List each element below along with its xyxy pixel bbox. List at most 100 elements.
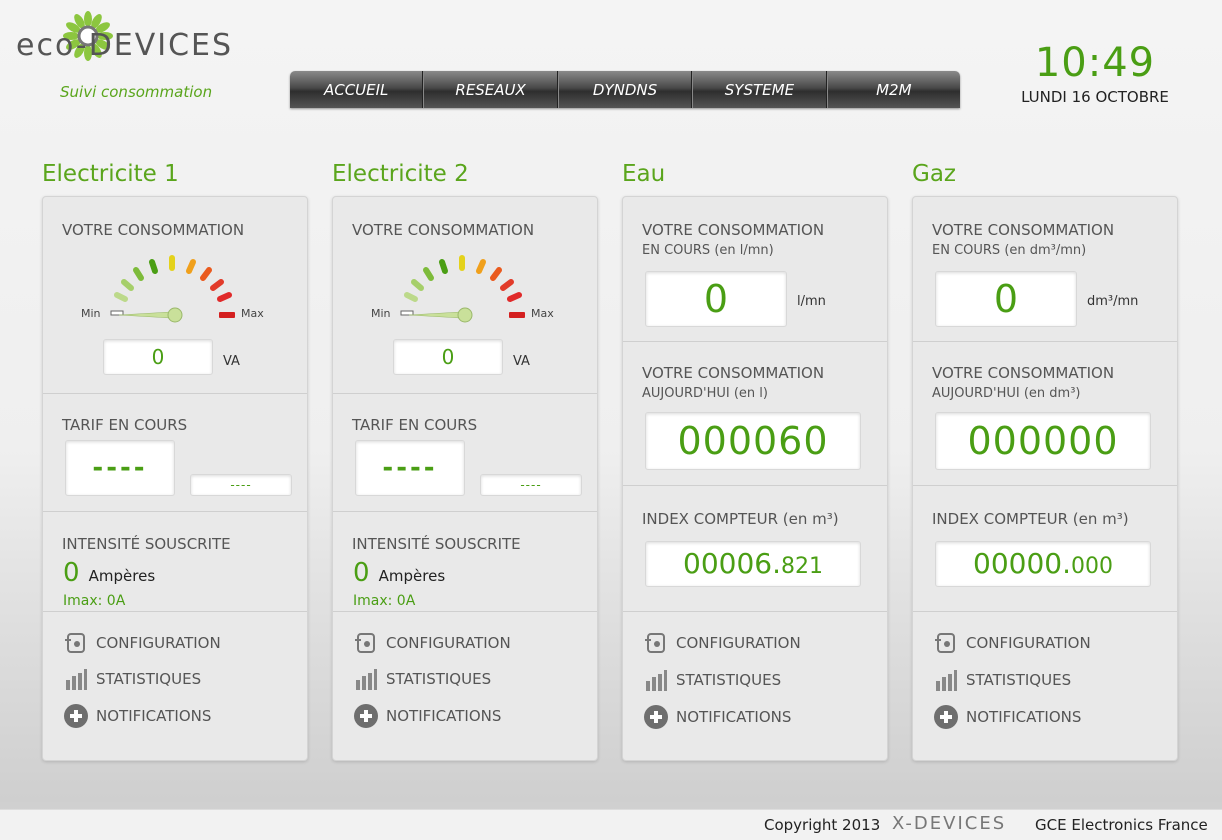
statistics-icon [356,669,377,690]
notifications-link[interactable]: NOTIFICATIONS [643,704,791,730]
section-tarif: TARIF EN COURS ---- ---- [333,394,597,512]
tarif-small-value: ---- [190,474,292,496]
current-unit: l/mn [797,294,826,309]
notifications-link[interactable]: NOTIFICATIONS [933,704,1081,730]
intensite-value: 0 [353,558,370,588]
clock: 10:49 LUNDI 16 OCTOBRE [1000,40,1190,106]
statistiques-link[interactable]: STATISTIQUES [643,667,781,693]
statistiques-label: STATISTIQUES [676,671,782,689]
section-tarif: TARIF EN COURS ---- ---- [43,394,307,512]
notifications-label: NOTIFICATIONS [966,708,1082,726]
section-today: VOTRE CONSOMMATION AUJOURD'HUI (en l) 00… [623,342,887,486]
logo-text: eco-DEVICES [16,28,234,63]
section-index: INDEX COMPTEUR (en m³) 00006.821 [623,486,887,612]
footer-brand-logo: X-DEVICES [892,813,1007,834]
power-unit: VA [223,354,240,369]
statistiques-label: STATISTIQUES [96,670,202,688]
notifications-plus-icon [64,704,88,728]
notifications-link[interactable]: NOTIFICATIONS [63,703,211,729]
configuration-icon [355,633,375,653]
power-value: 0 [103,339,213,375]
panel-links: CONFIGURATION STATISTIQUES NOTIFICATIONS [623,612,887,760]
panel-links: CONFIGURATION STATISTIQUES NOTIFICATIONS [913,612,1177,760]
current-value: 0 [645,271,787,327]
svg-text:Max: Max [241,307,264,320]
index-decimal: 000 [1070,554,1113,579]
panel-title-gaz: Gaz [912,161,956,187]
notifications-plus-icon [934,705,958,729]
section-label: INTENSITÉ SOUSCRITE [62,535,231,553]
section-label: INDEX COMPTEUR (en m³) [932,510,1129,528]
nav-dyndns[interactable]: DYNDNS [557,71,693,108]
current-unit: dm³/mn [1087,294,1139,309]
panel-title-elec2: Electricite 2 [332,161,469,187]
panel-eau: VOTRE CONSOMMATION EN COURS (en l/mn) 0 … [622,196,888,761]
footer-company: GCE Electronics France [1035,816,1208,834]
index-integer: 00000. [973,547,1071,580]
today-value: 000060 [645,412,861,470]
statistiques-link[interactable]: STATISTIQUES [63,666,201,692]
power-unit: VA [513,354,530,369]
section-index: INDEX COMPTEUR (en m³) 00000.000 [913,486,1177,612]
statistics-icon [646,670,667,691]
configuration-label: CONFIGURATION [96,634,221,652]
configuration-link[interactable]: CONFIGURATION [643,630,801,656]
configuration-icon [645,633,665,653]
panel-title-elec1: Electricite 1 [42,161,179,187]
tarif-value: ---- [355,440,465,496]
tarif-small-value: ---- [480,474,582,496]
imax-value: Imax: 0A [353,593,416,609]
section-label: VOTRE CONSOMMATION [352,221,535,239]
configuration-link[interactable]: CONFIGURATION [353,630,511,656]
configuration-label: CONFIGURATION [966,634,1091,652]
section-label: VOTRE CONSOMMATION [932,221,1115,239]
nav-systeme[interactable]: SYSTEME [692,71,827,108]
section-sublabel: AUJOURD'HUI (en dm³) [932,386,1081,401]
section-intensite: INTENSITÉ SOUSCRITE 0 Ampères Imax: 0A [43,512,307,612]
panel-gaz: VOTRE CONSOMMATION EN COURS (en dm³/mn) … [912,196,1178,761]
nav-accueil[interactable]: ACCUEIL [290,71,424,108]
section-sublabel: EN COURS (en dm³/mn) [932,243,1087,258]
nav-m2m[interactable]: M2M [826,71,960,108]
gauge-icon: Min Max [81,255,264,323]
intensite-unit: Ampères [378,567,446,585]
statistics-icon [66,669,87,690]
panel-title-eau: Eau [622,161,666,187]
index-value: 00006.821 [645,541,861,587]
statistiques-link[interactable]: STATISTIQUES [353,666,491,692]
statistiques-label: STATISTIQUES [386,670,492,688]
section-label: VOTRE CONSOMMATION [642,221,825,239]
notifications-label: NOTIFICATIONS [96,707,212,725]
nav-reseaux[interactable]: RESEAUX [423,71,558,108]
panel-elec2: VOTRE CONSOMMATION Min Max 0 VA TARIF EN… [332,196,598,761]
notifications-link[interactable]: NOTIFICATIONS [353,703,501,729]
intensite-row: 0 Ampères [63,558,155,588]
configuration-label: CONFIGURATION [386,634,511,652]
svg-text:Min: Min [371,307,391,320]
section-consumption: VOTRE CONSOMMATION Min Max 0 VA [43,197,307,394]
clock-time: 10:49 [1034,40,1156,86]
tarif-value: ---- [65,440,175,496]
notifications-label: NOTIFICATIONS [676,708,792,726]
gauge-icon: Min Max [371,255,554,323]
clock-date: LUNDI 16 OCTOBRE [1021,88,1169,106]
main-nav: ACCUEIL RESEAUX DYNDNS SYSTEME M2M [290,71,960,108]
configuration-link[interactable]: CONFIGURATION [933,630,1091,656]
panel-links: CONFIGURATION STATISTIQUES NOTIFICATIONS [333,612,597,760]
panel-elec1: VOTRE CONSOMMATION Min Max 0 VA TARIF EN… [42,196,308,761]
notifications-plus-icon [354,704,378,728]
section-label: VOTRE CONSOMMATION [62,221,245,239]
index-value: 00000.000 [935,541,1151,587]
statistiques-link[interactable]: STATISTIQUES [933,667,1071,693]
imax-value: Imax: 0A [63,593,126,609]
intensite-unit: Ampères [88,567,156,585]
section-label: TARIF EN COURS [62,416,188,434]
tagline: Suivi consommation [60,83,213,101]
logo: eco-DEVICES [16,10,286,80]
section-label: TARIF EN COURS [352,416,478,434]
statistiques-label: STATISTIQUES [966,671,1072,689]
statistics-icon [936,670,957,691]
configuration-link[interactable]: CONFIGURATION [63,630,221,656]
today-value: 000000 [935,412,1151,470]
section-sublabel: EN COURS (en l/mn) [642,243,774,258]
